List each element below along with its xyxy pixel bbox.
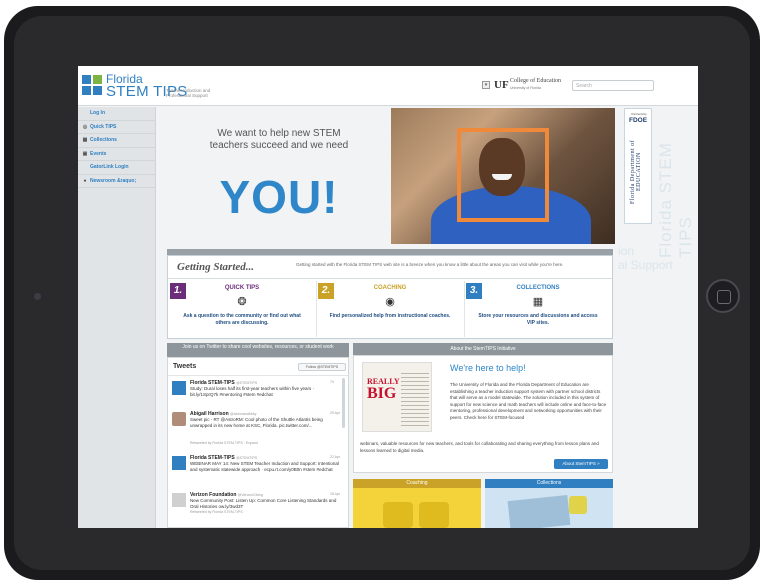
coaching-card[interactable]: 2. COACHING ◉ Find personalized help fro… <box>316 281 464 339</box>
about-heading: We're here to help! <box>450 363 526 373</box>
about-text: The University of Florida and the Florid… <box>450 382 607 420</box>
about-text-continued: webinars, valuable resources for new tea… <box>360 441 599 453</box>
avatar[interactable] <box>172 381 186 395</box>
tweet-body: Sweet pic - RT @AstroRM: Cool photo of t… <box>190 417 323 428</box>
sidebar-item-label: Quick TIPS <box>90 123 117 130</box>
card-title: COACHING <box>373 285 407 291</box>
thumbnail-text-2: BIG <box>367 385 397 402</box>
collections-tile-label[interactable]: Collections <box>485 479 613 488</box>
collections-tile-graphic <box>507 494 571 528</box>
card-text[interactable]: Ask a question to the community or find … <box>178 313 306 327</box>
tweet-time: 22 Apr <box>330 455 341 459</box>
retweet-meta[interactable]: Retweeted by Florida STEM-TIPS · Expand <box>190 441 258 445</box>
follow-button[interactable]: Follow @STEMTIPS <box>298 363 346 371</box>
uf-college-label[interactable]: College of Education <box>510 78 561 84</box>
fdoe-partnership-label: Partnership <box>631 112 647 116</box>
twitter-feed: Tweets Follow @STEMTIPS Florida STEM-TIP… <box>167 357 349 528</box>
photo-orange-frame <box>457 128 549 222</box>
sidebar-item-collections[interactable]: ▦ Collections <box>78 134 155 148</box>
external-link-icon[interactable]: ▾ <box>482 81 490 89</box>
card-title: QUICK TIPS <box>224 285 260 291</box>
scrollbar[interactable] <box>342 378 345 428</box>
sidebar-item-log-in[interactable]: Log In <box>78 107 155 121</box>
getting-started-title: Getting Started... <box>177 261 255 273</box>
thumbnail-text-lines <box>401 373 429 427</box>
watermark-side-text: ion al Support <box>618 244 673 272</box>
front-camera <box>34 293 41 300</box>
hero-photo <box>391 108 615 244</box>
sidebar-item-label: Events <box>90 150 107 157</box>
avatar[interactable] <box>172 412 186 426</box>
quick-tips-card[interactable]: 1. QUICK TIPS ❂ Ask a question to the co… <box>168 281 316 339</box>
coaching-tile-graphic <box>383 502 413 528</box>
coaching-tile-graphic <box>419 502 449 528</box>
card-text[interactable]: Find personalized help from instructiona… <box>326 313 454 320</box>
avatar[interactable] <box>172 493 186 507</box>
tweet-time: 7h <box>330 380 334 384</box>
watermark-text: Florida STEM TIPS <box>656 142 695 258</box>
sidebar-item-label: Log In <box>90 110 105 117</box>
uf-logo[interactable]: UF <box>494 79 509 91</box>
coaching-tile[interactable] <box>353 488 481 528</box>
calendar-icon: ▣ <box>82 150 88 157</box>
getting-started-panel: Getting Started... Getting started with … <box>167 255 613 339</box>
collections-tile-graphic <box>569 496 587 514</box>
browser-screen: Florida STEM TIPS Teacher Induction and … <box>78 66 698 528</box>
sidebar-nav: Log In ◎ Quick TIPS ▦ Collections ▣ Events … <box>78 107 156 528</box>
grid-icon: ▦ <box>532 296 544 308</box>
tweet-time: 18 Apr <box>330 492 341 496</box>
info-icon: ● <box>83 177 87 184</box>
logo-tagline: Teacher Induction and Professional Suppo… <box>166 88 211 98</box>
sidebar-item-newsroom[interactable]: ● Newsroom &raquo; <box>78 175 155 188</box>
home-button[interactable] <box>706 279 740 313</box>
getting-started-intro: Getting started with the Florida STEM TI… <box>296 262 564 267</box>
twitter-header: Join us on Twitter to share cool website… <box>167 343 349 357</box>
logo-icon[interactable] <box>82 75 102 95</box>
avatar[interactable] <box>172 456 186 470</box>
about-stemtips-button[interactable]: About StemTIPS » <box>554 459 608 469</box>
about-panel: REALLY BIG We're here to help! The Unive… <box>353 355 613 473</box>
divider <box>168 375 348 376</box>
eye-icon: ◉ <box>385 296 395 308</box>
fdoe-logo-panel[interactable]: Partnership FDOE Florida Department of E… <box>624 108 652 224</box>
question-icon: ◎ <box>82 123 88 130</box>
tweet-time: 29 Apr <box>330 411 341 415</box>
retweet-meta[interactable]: Retweeted by Florida STEM-TIPS <box>190 510 243 514</box>
grid-icon: ▦ <box>82 137 88 144</box>
collections-card[interactable]: 3. COLLECTIONS ▦ Store your resources an… <box>464 281 612 339</box>
tweets-title: Tweets <box>173 363 197 370</box>
about-header: About the StemTIPS Initiative <box>353 343 613 355</box>
divider <box>168 278 612 279</box>
card-title: COLLECTIONS <box>516 285 560 291</box>
sidebar-item-label: Newsroom &raquo; <box>90 177 137 184</box>
collections-tile[interactable] <box>485 488 613 528</box>
card-text[interactable]: Store your resources and discussions and… <box>474 313 602 327</box>
tweet-body: Study: Dural loses half its first-year t… <box>190 386 315 397</box>
really-big-thumbnail[interactable]: REALLY BIG <box>362 362 432 432</box>
tweet-body: WEBINAR MAY 14: New STEM Teacher Inducti… <box>190 461 339 472</box>
fdoe-vertical-label: Florida Department of EDUCATION <box>630 139 642 205</box>
hero-message: We want to help new STEM teachers succee… <box>209 128 349 151</box>
sidebar-item-label: GatorLink Login <box>90 164 129 171</box>
sidebar-item-events[interactable]: ▣ Events <box>78 148 155 161</box>
site-header: Florida STEM TIPS Teacher Induction and … <box>78 66 698 106</box>
sidebar-item-quick-tips[interactable]: ◎ Quick TIPS <box>78 121 155 134</box>
coaching-tile-label[interactable]: Coaching <box>353 479 481 488</box>
tweet-body: New Community Post: Listen Up: Common Co… <box>190 498 337 509</box>
search-input[interactable]: Search <box>572 80 654 91</box>
fdoe-title: FDOE <box>628 117 648 124</box>
sidebar-item-label: Collections <box>90 137 117 144</box>
uf-university-label: University of Florida <box>510 86 541 90</box>
lightbulb-icon: ❂ <box>237 296 247 308</box>
hero-you: YOU! <box>219 171 339 223</box>
sidebar-item-gatorlink-login[interactable]: GatorLink Login <box>78 161 155 175</box>
